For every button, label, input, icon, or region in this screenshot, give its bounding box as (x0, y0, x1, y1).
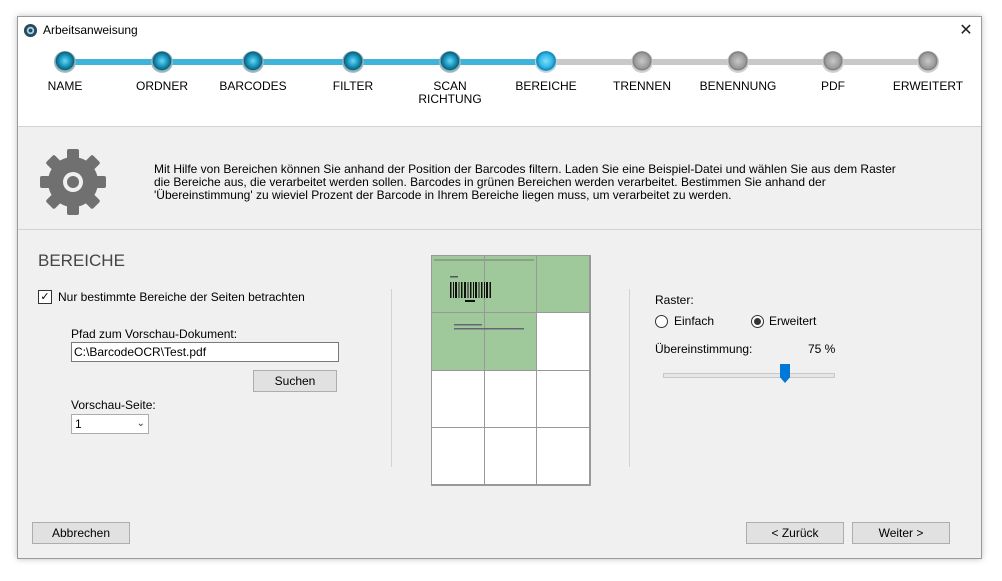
preview-text-line (450, 276, 458, 278)
match-value: 75 % (808, 342, 836, 356)
step-label: ORDNER (135, 79, 188, 93)
step-label: BENENNUNG (699, 79, 777, 93)
page-select-value: 1 (75, 417, 82, 431)
radio-dot (754, 318, 761, 325)
path-label: Pfad zum Vorschau-Dokument: (71, 327, 238, 341)
step-indicator[interactable] (151, 51, 173, 73)
step-indicator[interactable] (822, 51, 844, 73)
search-button[interactable]: Suchen (253, 370, 337, 392)
step-label: ERWEITERT (892, 79, 964, 93)
step-indicator[interactable] (535, 51, 557, 73)
step-connector (353, 59, 450, 65)
check-icon: ✓ (40, 291, 50, 303)
step-label: PDF (821, 79, 845, 93)
step-indicator[interactable] (631, 51, 653, 73)
chevron-down-icon: ⌄ (136, 418, 145, 429)
radio-einfach-label: Einfach (674, 314, 715, 328)
step-label: TRENNEN (612, 79, 671, 93)
radio-einfach[interactable] (655, 315, 668, 328)
step-connector (738, 59, 833, 65)
divider (18, 126, 981, 127)
radio-erweitert-label: Erweitert (769, 314, 817, 328)
next-button[interactable]: Weiter > (852, 522, 950, 544)
step-label: BEREICHE (515, 79, 577, 93)
back-button[interactable]: < Zurück (746, 522, 844, 544)
title-bar: Arbeitsanweisung ✕ (18, 17, 981, 44)
step-connector (450, 59, 546, 65)
step-indicator[interactable] (54, 51, 76, 73)
gear-icon (40, 149, 106, 215)
step-indicator[interactable] (727, 51, 749, 73)
cancel-button[interactable]: Abbrechen (32, 522, 130, 544)
match-slider-track[interactable] (663, 373, 835, 378)
match-label: Übereinstimmung: (655, 342, 753, 356)
step-indicator[interactable] (342, 51, 364, 73)
step-connector (546, 59, 642, 65)
wizard-steps: NAME ORDNER BARCODES FILTER SCAN RICHTUNG BER… (18, 44, 981, 126)
step-label: FILTER (332, 79, 374, 93)
close-button[interactable]: ✕ (951, 17, 981, 44)
close-icon: ✕ (959, 22, 973, 39)
step-connector (253, 59, 353, 65)
areas-checkbox-label: Nur bestimmte Bereiche der Seiten betrac… (58, 290, 305, 304)
separator (629, 289, 630, 467)
step-indicator[interactable] (917, 51, 939, 73)
radio-erweitert[interactable] (751, 315, 764, 328)
info-text: Mit Hilfe von Bereichen können Sie anhan… (154, 162, 896, 202)
preview-text-line (434, 259, 534, 261)
path-input[interactable]: C:\BarcodeOCR\Test.pdf (71, 342, 339, 362)
window-title: Arbeitsanweisung (43, 23, 138, 37)
step-connector (162, 59, 253, 65)
step-indicator[interactable] (439, 51, 461, 73)
step-connector (642, 59, 738, 65)
step-connector (65, 59, 162, 65)
preview-page-content (434, 259, 534, 330)
wizard-window: Arbeitsanweisung ✕ NAME ORDNER BARCODES FIL… (17, 16, 982, 559)
divider (18, 229, 981, 230)
step-label: NAME (47, 79, 83, 93)
preview-document[interactable] (431, 255, 591, 486)
section-title: BEREICHE (38, 251, 125, 270)
app-icon (23, 23, 38, 38)
separator (391, 289, 392, 467)
step-connector (833, 59, 928, 65)
raster-label: Raster: (655, 293, 694, 307)
step-label: BARCODES (219, 79, 287, 93)
step-label: SCAN RICHTUNG (418, 79, 482, 106)
page-select[interactable]: 1 ⌄ (71, 414, 149, 434)
preview-text-line (454, 324, 482, 326)
preview-text-line (454, 328, 524, 330)
match-slider-thumb[interactable] (780, 364, 790, 383)
step-indicator[interactable] (242, 51, 264, 73)
areas-checkbox[interactable]: ✓ (38, 290, 52, 304)
page-label: Vorschau-Seite: (71, 398, 156, 412)
barcode-icon (450, 282, 491, 302)
